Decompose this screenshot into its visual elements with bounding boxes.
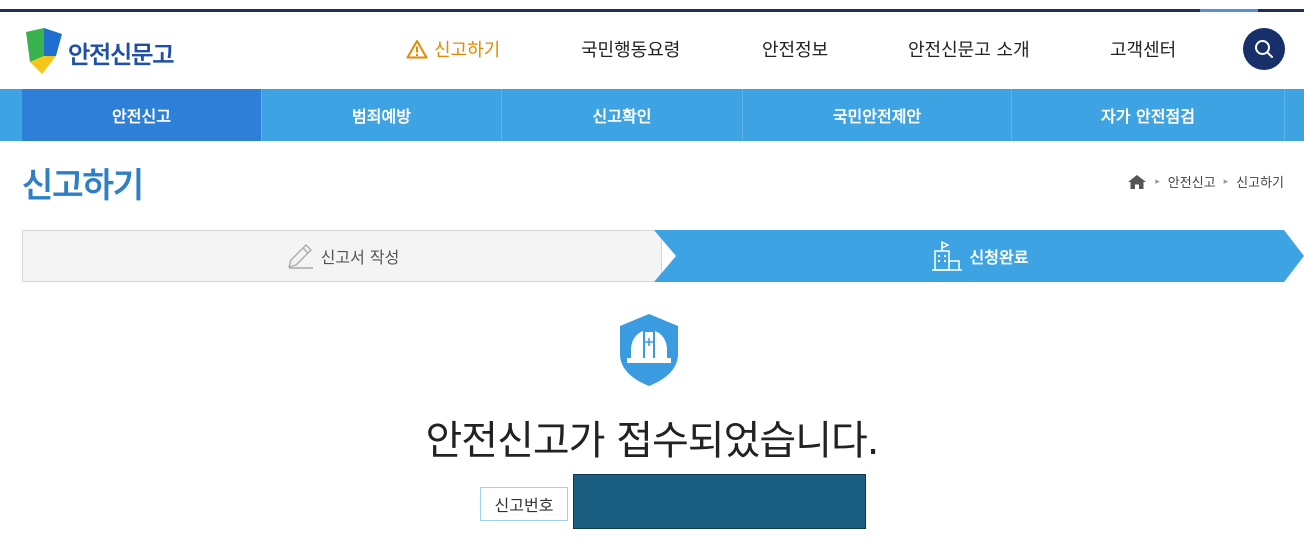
completion-message: 안전신고가 접수되었습니다. [425, 418, 879, 464]
step-complete: 신청완료 [654, 230, 1304, 282]
warning-icon [406, 40, 428, 59]
subnav-item-self-check[interactable]: 자가 안전점검 [1012, 89, 1285, 141]
subnav-item-report-check[interactable]: 신고확인 [502, 89, 743, 141]
gnb-item-customer-center[interactable]: 고객센터 [1110, 36, 1176, 62]
breadcrumb-item-current: 신고하기 [1236, 176, 1284, 191]
step-indicator: 신고서 작성 신청완료 [22, 230, 1304, 282]
step-write-report: 신고서 작성 [22, 230, 662, 282]
receipt-number-label: 신고번호 [480, 487, 568, 521]
receipt-number-value [573, 474, 866, 529]
step-label: 신청완료 [969, 248, 1029, 267]
pencil-icon [287, 244, 313, 269]
search-button[interactable] [1243, 28, 1285, 70]
gnb-item-about[interactable]: 안전신문고 소개 [908, 36, 1030, 62]
gnb-item-safety-info[interactable]: 안전정보 [762, 36, 828, 62]
subnav-item-safety-proposal[interactable]: 국민안전제안 [743, 89, 1012, 141]
building-flag-icon [931, 240, 962, 271]
breadcrumb-separator: ▸ [1223, 176, 1229, 187]
safety-helmet-shield-icon [620, 314, 678, 386]
header: 안전신문고 신고하기 국민행동요령 안전정보 안전신문고 소개 고객센터 [0, 12, 1304, 89]
page-title: 신고하기 [22, 166, 144, 206]
sub-nav: 안전신고 범죄예방 신고확인 국민안전제안 자가 안전점검 [0, 89, 1304, 141]
gnb-item-label: 신고하기 [434, 40, 501, 61]
gnb-item-report[interactable]: 신고하기 [406, 36, 500, 62]
global-nav: 신고하기 국민행동요령 안전정보 안전신문고 소개 고객센터 [0, 12, 1304, 89]
home-icon[interactable] [1127, 174, 1147, 190]
step-label: 신고서 작성 [320, 248, 400, 267]
gnb-item-guidelines[interactable]: 국민행동요령 [581, 36, 680, 62]
subnav-item-crime-prevention[interactable]: 범죄예방 [262, 89, 502, 141]
breadcrumb-item[interactable]: 안전신고 [1168, 172, 1216, 191]
breadcrumb: ▸ 안전신고 ▸ 신고하기 [1127, 172, 1284, 191]
breadcrumb-separator: ▸ [1155, 176, 1160, 187]
search-icon [1255, 40, 1273, 58]
subnav-item-safety-report[interactable]: 안전신고 [22, 89, 262, 141]
